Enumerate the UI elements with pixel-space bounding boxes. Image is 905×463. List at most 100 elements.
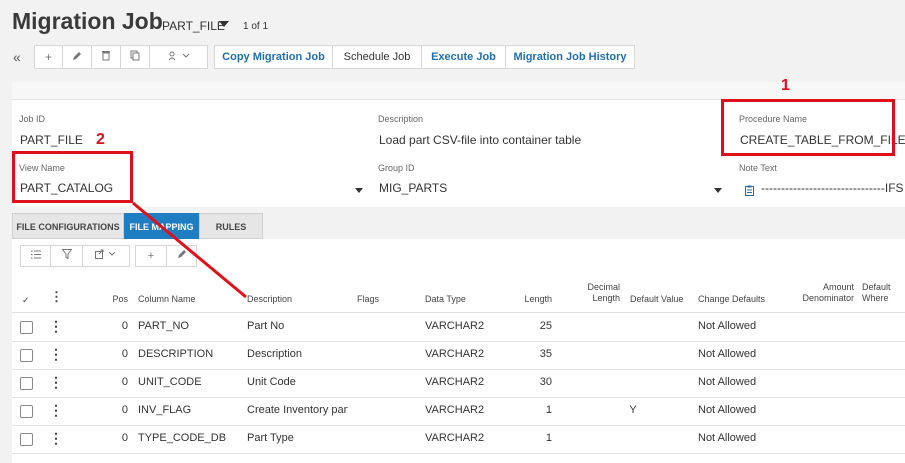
row-checkbox[interactable] — [20, 377, 33, 390]
cell-length: 30 — [539, 376, 552, 388]
row-kebab-icon[interactable]: ⋮ — [49, 430, 63, 447]
cell-pos: 0 — [121, 376, 128, 388]
copy-migration-job-button[interactable]: Copy Migration Job — [215, 46, 333, 68]
cell-length: 35 — [539, 348, 552, 360]
grid-toolbar-left — [20, 245, 130, 267]
cell-data-type: VARCHAR2 — [425, 404, 485, 416]
cell-data-type: VARCHAR2 — [425, 432, 485, 444]
row-checkbox[interactable] — [20, 433, 33, 446]
cell-pos: 0 — [121, 320, 128, 332]
col-decimal-length[interactable]: Decimal Length — [582, 282, 620, 304]
job-id-label: Job ID — [19, 114, 46, 124]
description-label: Description — [378, 114, 424, 124]
group-id-dropdown-icon[interactable] — [714, 188, 722, 193]
delete-icon[interactable] — [92, 46, 121, 68]
col-default-where[interactable]: Default Where — [862, 282, 902, 304]
job-id-value: PART_FILE — [20, 133, 83, 147]
row-checkbox[interactable] — [20, 405, 33, 418]
export-icon[interactable] — [83, 246, 129, 266]
annotation-box-view-name — [12, 151, 133, 203]
tab-rules[interactable]: RULES — [199, 213, 263, 239]
annotation-number-2: 2 — [96, 131, 105, 148]
cell-change-defaults: Not Allowed — [698, 376, 757, 388]
select-all-check-icon[interactable]: ✓ — [22, 295, 30, 306]
cell-length: 1 — [545, 432, 552, 444]
cell-length: 1 — [545, 404, 552, 416]
description-value: Load part CSV-file into container table — [379, 133, 582, 147]
collapse-icon[interactable]: « — [13, 49, 21, 65]
cell-description: Unit Code — [247, 376, 296, 388]
cell-pos: 0 — [121, 348, 128, 360]
group-id-value[interactable]: MIG_PARTS — [379, 181, 447, 195]
execute-job-button[interactable]: Execute Job — [422, 46, 506, 68]
header-kebab-icon[interactable]: ⋮ — [50, 290, 63, 303]
cell-column-name: PART_NO — [138, 320, 189, 332]
cell-description: Create Inventory part — [247, 404, 348, 416]
table-row[interactable]: ⋮ 0 DESCRIPTION Description VARCHAR2 35 … — [12, 341, 905, 369]
group-id-label: Group ID — [378, 163, 415, 173]
row-kebab-icon[interactable]: ⋮ — [49, 318, 63, 335]
user-settings-icon[interactable] — [150, 46, 207, 68]
list-view-icon[interactable] — [21, 246, 51, 266]
table-row[interactable]: ⋮ 0 PART_NO Part No VARCHAR2 25 Not Allo… — [12, 313, 905, 341]
table-row[interactable]: ⋮ 0 TYPE_CODE_DB Part Type VARCHAR2 1 No… — [12, 425, 905, 453]
col-pos[interactable]: Pos — [98, 294, 128, 305]
row-checkbox[interactable] — [20, 321, 33, 334]
grid-add-icon[interactable]: + — [136, 246, 167, 266]
cell-column-name: DESCRIPTION — [138, 348, 214, 360]
note-text-label: Note Text — [739, 163, 777, 173]
page-title: Migration Job — [12, 8, 163, 34]
row-kebab-icon[interactable]: ⋮ — [49, 346, 63, 363]
row-checkbox[interactable] — [20, 349, 33, 362]
cell-pos: 0 — [121, 432, 128, 444]
col-change-defaults[interactable]: Change Defaults — [698, 294, 765, 305]
view-name-dropdown-icon[interactable] — [355, 188, 363, 193]
cell-length: 25 — [539, 320, 552, 332]
schedule-job-button[interactable]: Schedule Job — [333, 46, 422, 68]
col-default-value[interactable]: Default Value — [630, 294, 683, 305]
filter-icon[interactable] — [51, 246, 83, 266]
duplicate-icon[interactable] — [121, 46, 150, 68]
annotation-box-procedure-name — [721, 99, 895, 156]
annotation-number-1: 1 — [781, 77, 790, 94]
cell-change-defaults: Not Allowed — [698, 320, 757, 332]
grid-toolbar-right: + — [135, 245, 197, 267]
grid-edit-icon[interactable] — [167, 246, 196, 266]
record-selector-caret-icon[interactable] — [219, 21, 229, 27]
cell-description: Part No — [247, 320, 285, 332]
cell-data-type: VARCHAR2 — [425, 320, 485, 332]
tab-file-mapping[interactable]: FILE MAPPING — [124, 213, 199, 239]
col-length[interactable]: Length — [502, 294, 552, 305]
cell-pos: 0 — [121, 404, 128, 416]
page-header: Migration Job PART_FILE 1 of 1 « + Copy … — [0, 0, 905, 82]
record-count: 1 of 1 — [243, 21, 269, 32]
record-toolbar: + — [34, 45, 208, 69]
migration-job-history-button[interactable]: Migration Job History — [506, 46, 634, 68]
record-selector[interactable]: PART_FILE — [162, 19, 225, 33]
cell-description: Description — [247, 348, 303, 360]
cell-column-name: UNIT_CODE — [138, 376, 202, 388]
note-icon[interactable] — [745, 183, 754, 201]
col-flags[interactable]: Flags — [357, 294, 379, 305]
col-column-name[interactable]: Column Name — [138, 294, 196, 305]
row-kebab-icon[interactable]: ⋮ — [49, 374, 63, 391]
col-description[interactable]: Description — [247, 294, 292, 305]
add-icon[interactable]: + — [35, 46, 63, 68]
row-kebab-icon[interactable]: ⋮ — [49, 402, 63, 419]
table-row[interactable]: ⋮ 0 INV_FLAG Create Inventory part VARCH… — [12, 397, 905, 425]
col-data-type[interactable]: Data Type — [425, 294, 466, 305]
row-divider — [12, 453, 905, 454]
cell-change-defaults: Not Allowed — [698, 348, 757, 360]
cell-description: Part Type — [247, 432, 294, 444]
edit-icon[interactable] — [63, 46, 92, 68]
cell-column-name: INV_FLAG — [138, 404, 192, 416]
col-amount-denominator[interactable]: Amount Denominator — [792, 282, 854, 304]
panel-header-strip — [12, 82, 905, 100]
table-row[interactable]: ⋮ 0 UNIT_CODE Unit Code VARCHAR2 30 Not … — [12, 369, 905, 397]
file-mapping-grid: + ✓ ⋮ Pos Column Name Description Flags … — [12, 239, 905, 463]
tab-file-configurations[interactable]: FILE CONFIGURATIONS — [12, 213, 124, 239]
note-text-value: -------------------------------IFS — [761, 181, 904, 195]
command-bar: Copy Migration Job Schedule Job Execute … — [214, 45, 635, 69]
cell-change-defaults: Not Allowed — [698, 404, 757, 416]
cell-column-name: TYPE_CODE_DB — [138, 432, 227, 444]
